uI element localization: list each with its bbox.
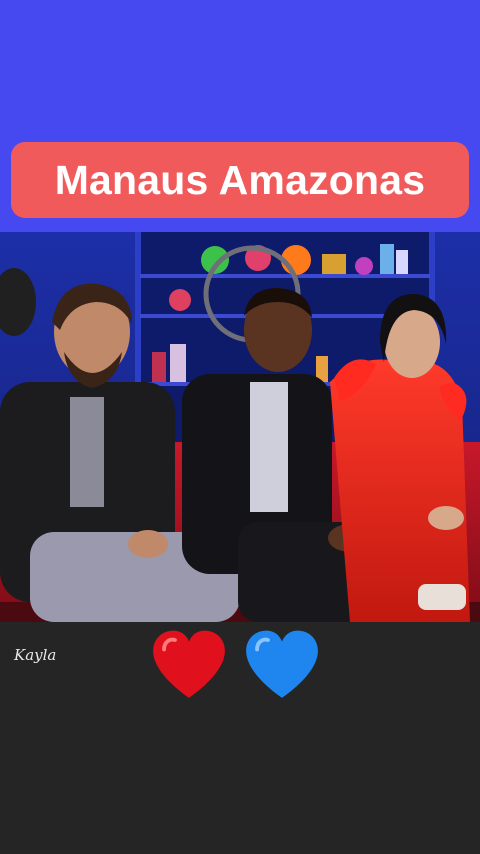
- studio-scene-image: [0, 232, 480, 622]
- watermark-signature: Kayla: [14, 646, 57, 664]
- bottom-background: [0, 622, 480, 854]
- title-text: Manaus Amazonas: [54, 156, 426, 203]
- red-heart-icon: [153, 630, 225, 698]
- video-frame[interactable]: [0, 232, 480, 622]
- blue-heart-icon: [246, 630, 318, 698]
- title-banner: Manaus Amazonas: [11, 142, 469, 218]
